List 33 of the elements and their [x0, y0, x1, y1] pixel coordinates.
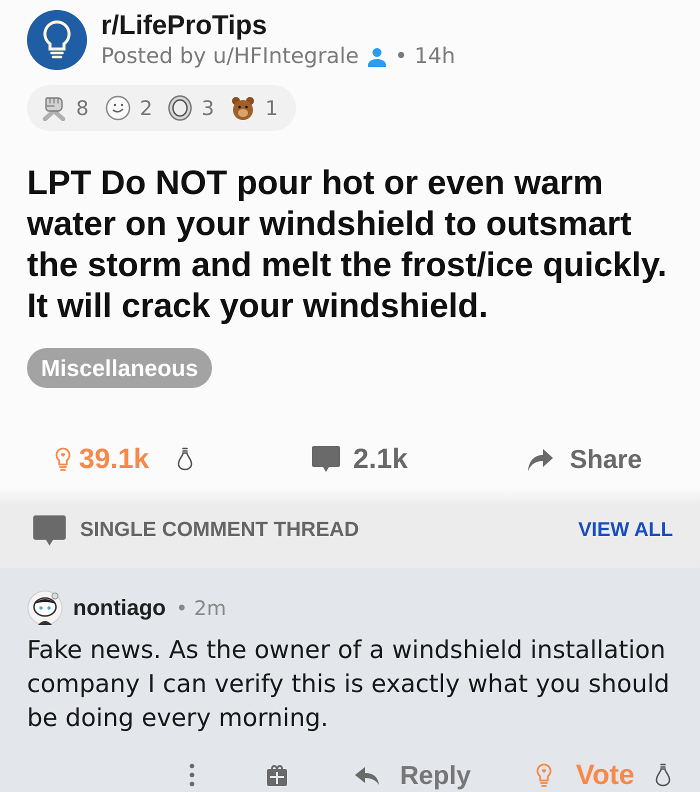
- post-title: LPT Do NOT pour hot or even warm water on your windshield to outsmart the storm and melt the frost/ice quickly. It will crack your windshield.: [27, 163, 668, 327]
- gift-icon[interactable]: [265, 763, 289, 787]
- fist-award-icon: [41, 95, 67, 121]
- smiley-award-icon: [104, 95, 131, 121]
- avatar-icon: [27, 590, 63, 626]
- reply-button[interactable]: Reply: [400, 760, 471, 790]
- award-count: 2: [140, 96, 152, 120]
- reply-arrow-icon[interactable]: [354, 764, 380, 786]
- inverted-bulb-icon[interactable]: [177, 447, 194, 471]
- posted-by: Posted by u/HFIntegrale: [101, 44, 359, 70]
- subreddit-name[interactable]: r/LifeProTips: [101, 10, 456, 40]
- thread-label: SINGLE COMMENT THREAD: [80, 518, 360, 542]
- comment-icon: [32, 514, 67, 546]
- share-button[interactable]: Share: [570, 444, 642, 474]
- award-count: 1: [265, 96, 278, 120]
- comment-icon: [311, 445, 342, 473]
- person-icon: [366, 47, 387, 67]
- comment-body: Fake news. As the owner of a windshield installation company I can verify this is exactly what you should be doing every morning.: [27, 634, 671, 734]
- share-arrow-icon[interactable]: [526, 446, 554, 472]
- post-time: • 14h: [394, 44, 456, 70]
- bulb-icon[interactable]: [55, 447, 71, 471]
- award-count: 8: [76, 96, 89, 120]
- inverted-bulb-icon[interactable]: [655, 763, 672, 787]
- vote-count: 39.1k: [79, 444, 150, 474]
- comment-time: • 2m: [176, 596, 226, 620]
- comment-count: 2.1k: [353, 444, 408, 474]
- more-options-icon[interactable]: [189, 763, 195, 787]
- comment-author[interactable]: nontiago: [73, 596, 166, 620]
- bulb-logo-icon: [27, 10, 87, 70]
- view-all-link[interactable]: VIEW ALL: [578, 518, 673, 542]
- award-count: 3: [201, 96, 214, 120]
- coin-award-icon: [168, 95, 192, 121]
- bear-award-icon: [230, 95, 256, 121]
